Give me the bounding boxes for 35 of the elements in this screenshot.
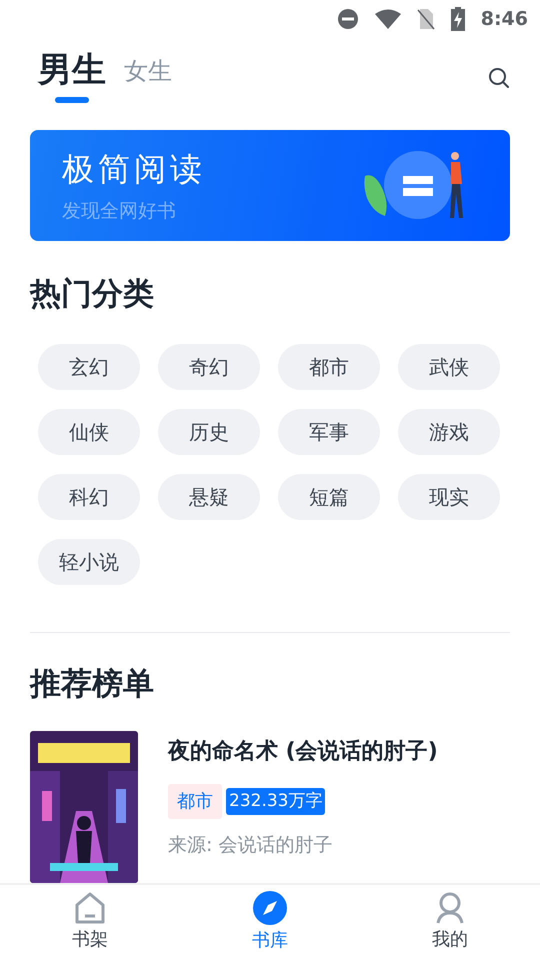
banner-title: 极简阅读 — [62, 149, 206, 190]
category-chip[interactable]: 科幻 — [38, 474, 140, 520]
compass-icon — [253, 891, 287, 925]
category-chip[interactable]: 玄幻 — [38, 344, 140, 390]
home-icon — [75, 892, 105, 924]
do-not-disturb-icon — [336, 8, 359, 30]
category-chip[interactable]: 短篇 — [278, 474, 380, 520]
status-time: 8:46 — [480, 6, 528, 32]
wifi-icon — [374, 9, 401, 29]
genre-tag: 都市 — [168, 784, 222, 819]
category-chip[interactable]: 悬疑 — [158, 474, 260, 520]
book-title[interactable]: 夜的命名术 (会说话的肘子) — [168, 735, 510, 768]
banner-subtitle: 发现全网好书 — [62, 199, 177, 224]
profile-icon — [436, 892, 464, 924]
category-chip[interactable]: 仙侠 — [38, 408, 140, 454]
gender-tab[interactable]: 男生 — [38, 53, 106, 103]
no-sim-icon — [416, 8, 435, 30]
category-chip[interactable]: 历史 — [158, 408, 260, 454]
category-chip[interactable]: 轻小说 — [38, 538, 140, 584]
category-chip[interactable]: 都市 — [278, 344, 380, 390]
search-icon[interactable] — [488, 67, 510, 89]
category-chip[interactable]: 现实 — [398, 474, 500, 520]
section-heading: 热门分类 — [30, 275, 155, 314]
category-chip[interactable]: 武侠 — [398, 344, 500, 390]
nav-tab[interactable]: 书架 — [50, 892, 130, 953]
battery-icon — [450, 7, 465, 31]
word-count-tag: 232.33万字 — [226, 788, 326, 816]
category-chip[interactable]: 军事 — [278, 408, 380, 454]
section-heading: 推荐榜单 — [30, 664, 155, 704]
category-chip[interactable]: 奇幻 — [158, 344, 260, 390]
nav-tab[interactable]: 书库 — [230, 891, 310, 954]
category-chip[interactable]: 游戏 — [398, 408, 500, 454]
nav-tab[interactable]: 我的 — [410, 892, 490, 953]
book-source: 来源: 会说话的肘子 — [168, 833, 334, 858]
banner[interactable]: 极简阅读 发现全网好书 — [30, 130, 510, 241]
